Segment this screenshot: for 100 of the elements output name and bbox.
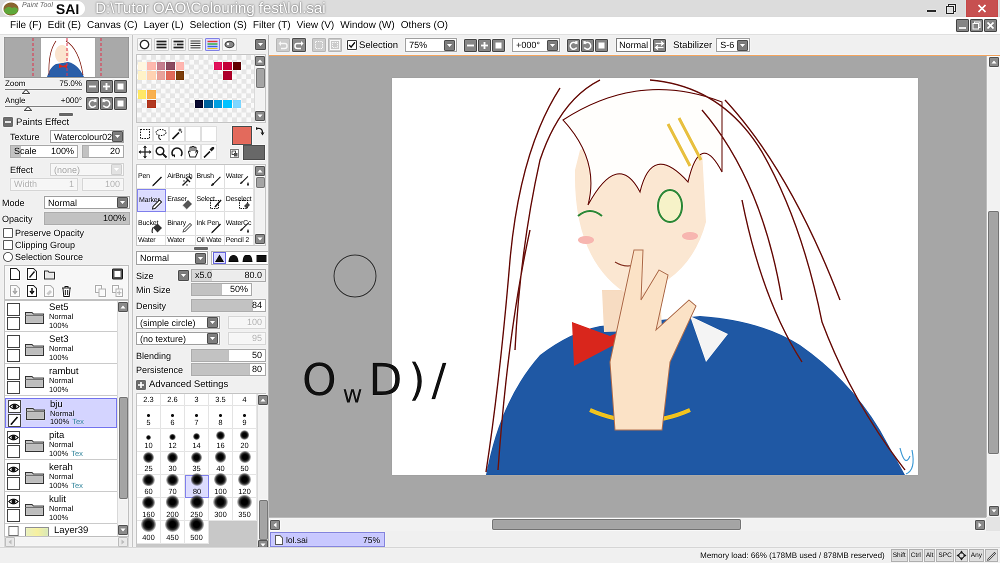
lock-toggle[interactable] xyxy=(7,477,20,490)
zoom-out-icon[interactable] xyxy=(86,80,99,93)
primary-color-swatch[interactable] xyxy=(232,126,252,145)
restore-icon[interactable] xyxy=(970,19,983,32)
slider-bars-icon[interactable] xyxy=(171,38,186,50)
layer-list-scrollbar[interactable] xyxy=(117,301,128,536)
view-mode-button[interactable]: Normal xyxy=(616,38,652,52)
trash-icon[interactable] xyxy=(61,284,72,297)
color-swatch[interactable] xyxy=(147,62,156,70)
redo-icon[interactable] xyxy=(292,38,306,52)
stabilizer-dropdown[interactable]: S-6 xyxy=(716,38,750,52)
scroll-up-icon[interactable] xyxy=(118,302,128,312)
lock-toggle[interactable] xyxy=(7,445,20,458)
restore-icon[interactable] xyxy=(946,4,956,14)
scrollbar-thumb[interactable] xyxy=(492,519,741,530)
color-swatch[interactable] xyxy=(204,100,212,108)
scroll-down-icon[interactable] xyxy=(255,234,265,244)
scroll-down-icon[interactable] xyxy=(255,111,265,121)
scrollbar-thumb[interactable] xyxy=(118,397,128,499)
visibility-toggle[interactable] xyxy=(7,367,20,380)
close-icon[interactable] xyxy=(984,19,997,32)
menu-item[interactable]: Edit (E) xyxy=(48,20,82,31)
lock-toggle[interactable] xyxy=(7,381,20,394)
brush-texture-dropdown[interactable]: (no texture) xyxy=(136,332,220,345)
checkbox[interactable] xyxy=(3,240,13,250)
move-arrows-icon[interactable] xyxy=(137,144,153,160)
slider-bars-icon[interactable] xyxy=(154,38,169,50)
scroll-right-icon[interactable] xyxy=(975,520,985,530)
magnifier-icon[interactable] xyxy=(153,144,169,160)
blend-mode-dropdown[interactable]: Normal xyxy=(44,196,130,209)
color-swatch[interactable] xyxy=(232,100,241,108)
menu-item[interactable]: Others (O) xyxy=(400,20,448,31)
menu-item[interactable]: Selection (S) xyxy=(190,20,247,31)
reset-colors-icon[interactable] xyxy=(230,149,239,158)
color-swatch[interactable] xyxy=(223,71,232,80)
scale-slider[interactable]: Scale 100% xyxy=(10,145,78,158)
radio-button[interactable] xyxy=(3,252,13,262)
scroll-up-icon[interactable] xyxy=(255,56,265,66)
paints-effect-header[interactable]: Paints Effect xyxy=(0,116,132,128)
color-swatch[interactable] xyxy=(176,62,184,70)
checkbox-option[interactable]: Preserve Opacity xyxy=(0,227,132,239)
texture-dropdown[interactable]: Watercolour02 xyxy=(50,130,124,143)
lasso-icon[interactable] xyxy=(153,126,169,142)
brush-shape-dropdown[interactable]: (simple circle) xyxy=(136,316,220,329)
zoom-out-icon[interactable] xyxy=(464,38,478,52)
visibility-toggle[interactable] xyxy=(8,400,21,412)
grip-icon[interactable] xyxy=(59,113,73,116)
document-tab[interactable]: lol.sai 75% xyxy=(270,532,385,547)
strength-slider[interactable]: 20 xyxy=(82,145,124,158)
color-swatch[interactable] xyxy=(194,100,203,108)
color-swatch[interactable] xyxy=(214,62,222,70)
radio-option[interactable]: Selection Source xyxy=(0,251,132,263)
visibility-toggle[interactable] xyxy=(7,495,20,508)
visibility-toggle[interactable] xyxy=(7,463,20,476)
visibility-toggle[interactable] xyxy=(7,335,20,348)
scrollbar-thumb[interactable] xyxy=(258,500,268,540)
scroll-down-icon[interactable] xyxy=(118,525,128,535)
color-swatch[interactable] xyxy=(223,100,232,108)
color-swatch[interactable] xyxy=(214,100,222,108)
color-swatch[interactable] xyxy=(166,62,174,70)
lock-toggle[interactable] xyxy=(7,349,20,362)
scroll-left-icon[interactable] xyxy=(270,520,280,530)
menu-item[interactable]: Layer (L) xyxy=(144,20,184,31)
rotate-icon[interactable] xyxy=(169,144,185,160)
swatch-scrollbar[interactable] xyxy=(254,55,265,122)
checkbox[interactable] xyxy=(347,40,357,50)
lock-toggle[interactable] xyxy=(7,317,20,330)
menu-item[interactable]: File (F) xyxy=(10,20,42,31)
scroll-up-icon[interactable] xyxy=(258,395,268,405)
color-swatch[interactable] xyxy=(176,71,184,80)
color-swatch[interactable] xyxy=(223,62,232,70)
rotate-right-icon[interactable] xyxy=(581,38,594,52)
visibility-toggle[interactable] xyxy=(7,526,20,536)
color-swatch[interactable] xyxy=(166,71,174,80)
scroll-up-icon[interactable] xyxy=(255,166,265,176)
color-swatch[interactable] xyxy=(147,90,156,99)
close-icon[interactable] xyxy=(966,0,998,17)
zoom-in-icon[interactable] xyxy=(100,80,113,93)
canvas-horizontal-scrollbar[interactable] xyxy=(269,517,986,531)
menu-item[interactable]: Canvas (C) xyxy=(87,20,138,31)
density-slider[interactable]: 84 xyxy=(191,299,266,312)
slider-thumb[interactable] xyxy=(22,89,30,94)
visibility-toggle[interactable] xyxy=(7,303,20,316)
peak-shape-icon[interactable] xyxy=(213,252,226,264)
size-slider[interactable]: x5.0 80.0 xyxy=(191,269,266,282)
dome-shape-icon[interactable] xyxy=(227,252,240,264)
angle-dropdown[interactable]: +000° xyxy=(512,38,560,52)
color-swatch[interactable] xyxy=(156,71,165,80)
slider-thumb[interactable] xyxy=(24,106,32,111)
checkbox[interactable] xyxy=(3,228,13,238)
flip-arrows-icon[interactable] xyxy=(653,38,666,52)
zoom-in-icon[interactable] xyxy=(478,38,492,52)
scroll-down-icon[interactable] xyxy=(988,506,998,516)
secondary-color-swatch[interactable] xyxy=(243,145,265,160)
rotate-left-icon[interactable] xyxy=(86,97,99,110)
minimize-icon[interactable] xyxy=(956,19,969,32)
square-icon[interactable] xyxy=(492,38,506,52)
navigator-preview[interactable] xyxy=(4,37,129,78)
rotate-right-icon[interactable] xyxy=(100,97,113,110)
color-swatch[interactable] xyxy=(232,62,241,70)
